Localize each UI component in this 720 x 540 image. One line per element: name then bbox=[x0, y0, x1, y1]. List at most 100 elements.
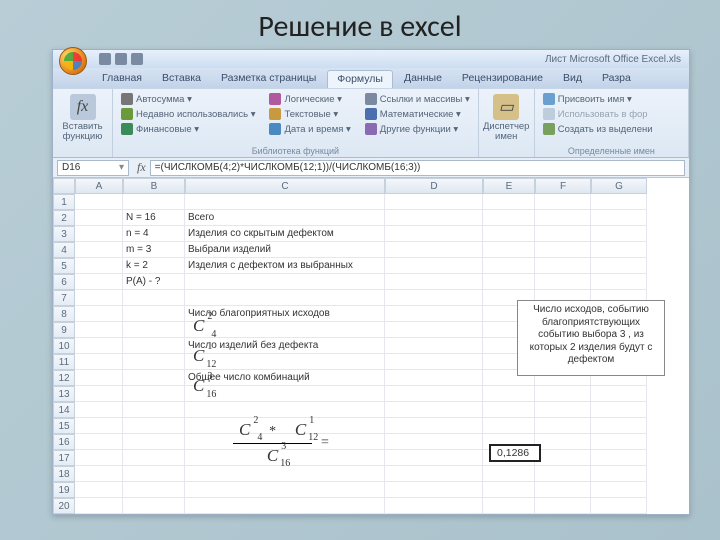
cell-E5[interactable] bbox=[483, 258, 535, 274]
cell-D10[interactable] bbox=[385, 338, 483, 354]
cell-D19[interactable] bbox=[385, 482, 483, 498]
cell-A13[interactable] bbox=[75, 386, 123, 402]
cell-D13[interactable] bbox=[385, 386, 483, 402]
row-header[interactable]: 17 bbox=[53, 450, 75, 466]
row-header[interactable]: 14 bbox=[53, 402, 75, 418]
cell-G6[interactable] bbox=[591, 274, 647, 290]
fx-button-icon[interactable]: fx bbox=[133, 160, 150, 175]
row-header[interactable]: 6 bbox=[53, 274, 75, 290]
cell-G15[interactable] bbox=[591, 418, 647, 434]
cell-A18[interactable] bbox=[75, 466, 123, 482]
text-box-note[interactable]: Число исходов, событию благоприятствующи… bbox=[517, 300, 665, 376]
cell-E15[interactable] bbox=[483, 418, 535, 434]
formula-input[interactable]: =(ЧИСЛКОМБ(4;2)*ЧИСЛКОМБ(12;1))/(ЧИСЛКОМ… bbox=[150, 160, 685, 176]
use-in-formula-button[interactable]: Использовать в фор bbox=[541, 107, 682, 121]
qat-save-icon[interactable] bbox=[99, 53, 111, 65]
cell-A15[interactable] bbox=[75, 418, 123, 434]
row-header[interactable]: 8 bbox=[53, 306, 75, 322]
cell-C14[interactable] bbox=[185, 402, 385, 418]
row-header[interactable]: 13 bbox=[53, 386, 75, 402]
row-header[interactable]: 19 bbox=[53, 482, 75, 498]
cell-D7[interactable] bbox=[385, 290, 483, 306]
select-all[interactable] bbox=[53, 178, 75, 194]
cell-B12[interactable] bbox=[123, 370, 185, 386]
cell-G18[interactable] bbox=[591, 466, 647, 482]
name-manager-button[interactable]: ▭ Диспетчер имен bbox=[485, 92, 528, 144]
cell-A20[interactable] bbox=[75, 498, 123, 514]
cell-D18[interactable] bbox=[385, 466, 483, 482]
cell-B18[interactable] bbox=[123, 466, 185, 482]
cell-D8[interactable] bbox=[385, 306, 483, 322]
cell-A6[interactable] bbox=[75, 274, 123, 290]
cell-A5[interactable] bbox=[75, 258, 123, 274]
cell-F14[interactable] bbox=[535, 402, 591, 418]
cell-D2[interactable] bbox=[385, 210, 483, 226]
row-header[interactable]: 1 bbox=[53, 194, 75, 210]
cell-C4[interactable]: Выбрали изделий bbox=[185, 242, 385, 258]
cell-E2[interactable] bbox=[483, 210, 535, 226]
cell-F17[interactable] bbox=[535, 450, 591, 466]
tab-1[interactable]: Вставка bbox=[153, 70, 210, 88]
cell-F16[interactable] bbox=[535, 434, 591, 450]
cell-B19[interactable] bbox=[123, 482, 185, 498]
cell-G1[interactable] bbox=[591, 194, 647, 210]
cell-B9[interactable] bbox=[123, 322, 185, 338]
cell-D6[interactable] bbox=[385, 274, 483, 290]
cell-D14[interactable] bbox=[385, 402, 483, 418]
tab-4[interactable]: Данные bbox=[395, 70, 451, 88]
cell-B15[interactable] bbox=[123, 418, 185, 434]
row-header[interactable]: 7 bbox=[53, 290, 75, 306]
create-from-selection-button[interactable]: Создать из выделени bbox=[541, 122, 682, 136]
cell-A9[interactable] bbox=[75, 322, 123, 338]
cell-B5[interactable]: k = 2 bbox=[123, 258, 185, 274]
cell-G2[interactable] bbox=[591, 210, 647, 226]
row-header[interactable]: 4 bbox=[53, 242, 75, 258]
tab-0[interactable]: Главная bbox=[93, 70, 151, 88]
cell-B11[interactable] bbox=[123, 354, 185, 370]
cell-D9[interactable] bbox=[385, 322, 483, 338]
cell-C6[interactable] bbox=[185, 274, 385, 290]
col-header[interactable]: D bbox=[385, 178, 483, 194]
row-header[interactable]: 18 bbox=[53, 466, 75, 482]
cell-A3[interactable] bbox=[75, 226, 123, 242]
cell-D1[interactable] bbox=[385, 194, 483, 210]
cell-F5[interactable] bbox=[535, 258, 591, 274]
quick-access-toolbar[interactable] bbox=[99, 53, 143, 65]
cell-E14[interactable] bbox=[483, 402, 535, 418]
tab-3[interactable]: Формулы bbox=[327, 70, 393, 88]
lookup-button[interactable]: Ссылки и массивы ▾ bbox=[363, 92, 472, 106]
cell-A8[interactable] bbox=[75, 306, 123, 322]
col-header[interactable]: E bbox=[483, 178, 535, 194]
cell-E13[interactable] bbox=[483, 386, 535, 402]
cell-C1[interactable] bbox=[185, 194, 385, 210]
cell-F1[interactable] bbox=[535, 194, 591, 210]
cell-C2[interactable]: Всего bbox=[185, 210, 385, 226]
tab-5[interactable]: Рецензирование bbox=[453, 70, 552, 88]
cell-A19[interactable] bbox=[75, 482, 123, 498]
cell-B13[interactable] bbox=[123, 386, 185, 402]
col-header[interactable]: F bbox=[535, 178, 591, 194]
text-button[interactable]: Текстовые ▾ bbox=[267, 107, 352, 121]
cell-F13[interactable] bbox=[535, 386, 591, 402]
cell-G3[interactable] bbox=[591, 226, 647, 242]
tab-6[interactable]: Вид bbox=[554, 70, 591, 88]
row-header[interactable]: 11 bbox=[53, 354, 75, 370]
cell-D5[interactable] bbox=[385, 258, 483, 274]
cell-A1[interactable] bbox=[75, 194, 123, 210]
row-header[interactable]: 9 bbox=[53, 322, 75, 338]
row-header[interactable]: 3 bbox=[53, 226, 75, 242]
cell-B16[interactable] bbox=[123, 434, 185, 450]
define-name-button[interactable]: Присвоить имя ▾ bbox=[541, 92, 682, 106]
cell-C8[interactable]: Число благоприятных исходов bbox=[185, 306, 385, 322]
cell-B14[interactable] bbox=[123, 402, 185, 418]
autosum-button[interactable]: Автосумма ▾ bbox=[119, 92, 257, 106]
cell-D4[interactable] bbox=[385, 242, 483, 258]
cell-E1[interactable] bbox=[483, 194, 535, 210]
cell-A11[interactable] bbox=[75, 354, 123, 370]
col-header[interactable]: A bbox=[75, 178, 123, 194]
cell-G16[interactable] bbox=[591, 434, 647, 450]
col-header[interactable]: G bbox=[591, 178, 647, 194]
worksheet-area[interactable]: ABCDEFG12N = 16Всего3n = 4Изделия со скр… bbox=[53, 178, 689, 514]
office-button[interactable] bbox=[59, 47, 87, 75]
cell-F3[interactable] bbox=[535, 226, 591, 242]
